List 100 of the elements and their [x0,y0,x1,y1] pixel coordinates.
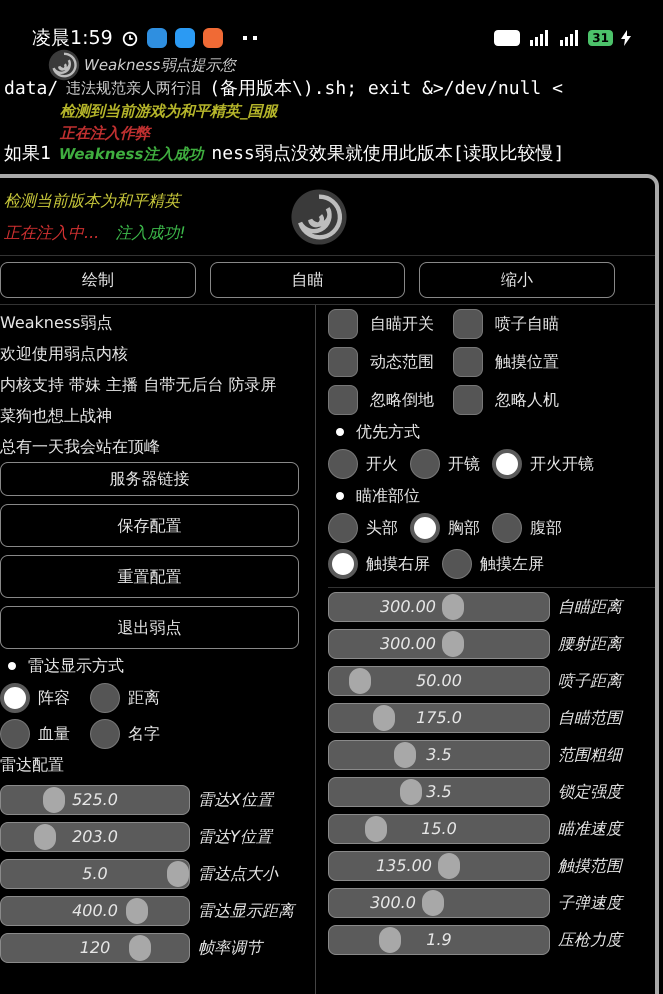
checkbox-label: 忽略倒地 [370,389,434,411]
radio-label: 开火 [366,453,398,475]
checkbox-label: 忽略人机 [495,389,559,411]
slider-label: 雷达显示距离 [198,898,294,922]
radio-button[interactable] [410,449,440,479]
checkbox[interactable] [328,309,358,339]
slider-thumb[interactable] [364,816,387,842]
menu-button[interactable]: 保存配置 [0,504,299,547]
slider-value: 120 [80,936,110,958]
menu-button[interactable]: 服务器链接 [0,462,299,496]
slider-value: 50.00 [416,670,462,692]
swirl-logo-icon [48,49,80,81]
toast-injecting: 正在注入作弊 [58,123,153,142]
slider-track[interactable]: 5.0 [0,858,190,888]
checkbox[interactable] [328,385,358,415]
charging-icon [621,30,631,46]
radio-button[interactable] [328,513,358,543]
slider-track[interactable]: 135.00 [328,850,550,880]
slider-thumb[interactable] [442,594,464,620]
terminal-text: 如果1 [4,143,51,164]
app-icon [202,28,223,48]
app-icon [146,28,167,48]
slider-label: 自瞄范围 [558,706,622,728]
checkbox[interactable] [328,347,358,377]
injecting-status: 正在注入中... [4,222,100,244]
slider-thumb[interactable] [42,786,64,812]
slider-value: 300.00 [380,632,436,654]
menu-button[interactable]: 重置配置 [0,555,299,598]
slider-thumb[interactable] [422,890,444,916]
app-icon [174,28,195,48]
info-text: 菜狗也想上战神 [0,405,113,427]
slider-track[interactable]: 525.0 [0,784,190,814]
slider-thumb[interactable] [372,704,395,730]
slider-value: 3.5 [426,780,452,802]
slider-track[interactable]: 50.00 [328,666,550,696]
radio-button[interactable] [90,719,120,749]
slider-track[interactable]: 203.0 [0,822,190,852]
slider-label: 雷达点大小 [198,862,278,884]
radio-button[interactable] [90,683,120,713]
slider-track[interactable]: 15.0 [328,814,550,844]
section-title: 优先方式 [356,421,420,443]
slider-track[interactable]: 175.0 [328,702,550,732]
menu-tab[interactable]: 缩小 [419,262,616,298]
radio-button[interactable] [328,449,358,479]
slider-label: 帧率调节 [198,936,262,958]
checkbox[interactable] [453,385,483,415]
slider-thumb[interactable] [400,778,422,804]
section-title: 瞄准部位 [356,485,420,507]
radio-label: 阵容 [38,687,70,709]
slider-value: 15.0 [421,818,457,840]
radio-button[interactable] [442,549,472,579]
slider-track[interactable]: 1.9 [328,924,550,954]
checkbox-label: 喷子自瞄 [495,313,559,335]
slider-value: 1.9 [426,928,452,950]
radio-button[interactable] [0,719,30,749]
slider-track[interactable]: 300.0 [328,888,550,918]
checkbox-label: 动态范围 [370,351,434,373]
slider-thumb[interactable] [378,926,400,952]
slider-label: 瞄准速度 [558,816,622,840]
radio-button[interactable] [492,513,522,543]
slider-track[interactable]: 300.00 [328,628,550,658]
bullet-icon [336,428,344,436]
slider-value: 300.0 [370,892,416,914]
radio-button[interactable] [492,449,522,479]
slider-track[interactable]: 120 [0,932,190,962]
slider-thumb[interactable] [442,630,464,656]
slider-track[interactable]: 3.5 [328,776,550,806]
signal-icon [528,30,550,46]
slider-label: 腰射距离 [558,632,622,656]
checkbox[interactable] [453,309,483,339]
signal-icon [558,30,580,46]
checkbox-label: 自瞄开关 [370,313,434,335]
slider-track[interactable]: 400.0 [0,896,190,926]
bullet-icon [336,492,344,500]
slider-track[interactable]: 300.00 [328,592,550,622]
menu-tab[interactable]: 绘制 [0,262,196,298]
menu-tab[interactable]: 自瞄 [210,262,406,298]
radio-button[interactable] [410,513,440,543]
slider-thumb[interactable] [128,934,151,960]
radio-label: 开火开镜 [530,453,594,475]
menu-button[interactable]: 退出弱点 [0,606,299,649]
slider-value: 400.0 [72,900,118,922]
radio-button[interactable] [328,549,358,579]
slider-label: 锁定强度 [558,780,622,804]
slider-value: 175.0 [416,706,462,728]
slider-thumb[interactable] [438,852,460,878]
slider-thumb[interactable] [348,668,371,694]
clock-time: 凌晨1:59 [32,26,113,51]
success-status: 注入成功! [115,222,186,244]
terminal-text: ness弱点没效果就使用此版本[读取比较慢] [211,143,564,164]
info-text: 欢迎使用弱点内核 [0,343,129,365]
slider-label: 雷达X位置 [198,788,273,810]
radio-button[interactable] [0,683,30,713]
slider-track[interactable]: 3.5 [328,740,550,770]
slider-thumb[interactable] [167,860,189,886]
slider-thumb[interactable] [126,898,148,924]
version-text: 检测当前版本为和平精英 [4,188,290,212]
slider-thumb[interactable] [34,824,56,850]
slider-thumb[interactable] [394,742,416,768]
checkbox[interactable] [453,347,483,377]
